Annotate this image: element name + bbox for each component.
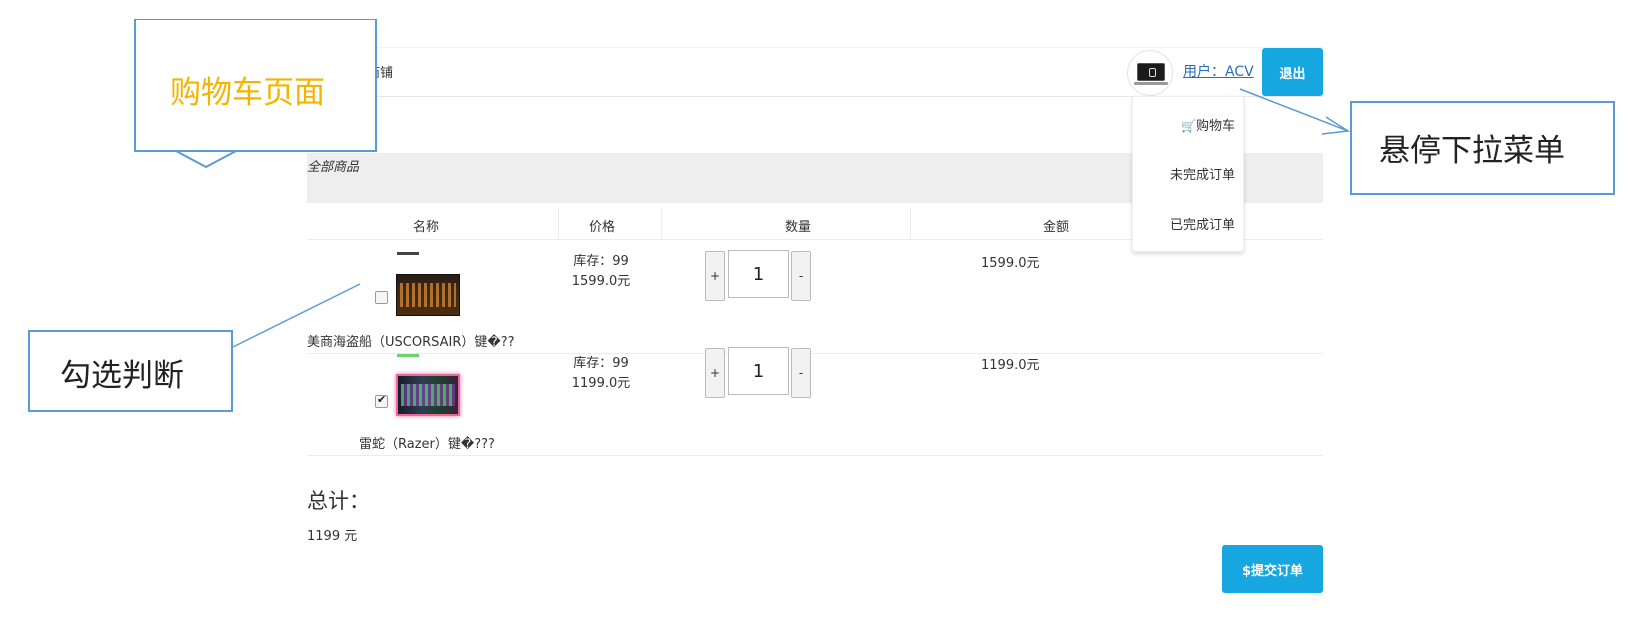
category-label[interactable]: 全部商品 (307, 156, 359, 175)
laptop-icon (1137, 63, 1165, 81)
callout-tail (175, 150, 237, 169)
stock-label: 库存：99 (573, 356, 629, 371)
total-label: 总计： (307, 489, 370, 513)
header-amount: 金额 (1043, 220, 1070, 235)
header-price: 价格 (589, 220, 616, 235)
header-quantity: 数量 (785, 220, 812, 235)
row-amount: 1599.0元 (981, 256, 1040, 271)
row-select-checkbox[interactable] (375, 393, 388, 408)
total-value: 1199 元 (307, 529, 358, 544)
quantity-increase-button[interactable]: + (705, 348, 725, 398)
quantity-input[interactable] (728, 250, 789, 298)
dropdown-item-pending-orders[interactable]: 未完成订单 (1170, 164, 1235, 183)
top-header: 商铺 用户：ACV 退出 (307, 47, 1323, 97)
dropdown-item-cart[interactable]: 🛒购物车 (1181, 115, 1235, 134)
brand-logo (397, 252, 419, 255)
callout-check-judge: 勾选判断 (28, 330, 233, 412)
row-amount: 1199.0元 (981, 358, 1040, 373)
table-row: 雷蛇（Razer）键�??? 库存：99 1199.0元 + - 1199.0元 (307, 347, 1323, 456)
callout-cart-page: 购物车页面 (134, 19, 377, 152)
quantity-input[interactable] (728, 347, 789, 395)
callout-cart-page-text: 购物车页面 (170, 75, 325, 111)
brand-logo (397, 354, 419, 357)
product-name[interactable]: 美商海盗船（USCORSAIR）键�?? (307, 331, 515, 350)
product-thumbnail[interactable] (396, 274, 460, 316)
dropdown-item-cart-label: 购物车 (1195, 119, 1235, 134)
callout-hover-dropdown-text: 悬停下拉菜单 (1379, 133, 1565, 169)
hover-arrow-head (1321, 116, 1351, 135)
product-name[interactable]: 雷蛇（Razer）键�??? (359, 433, 495, 452)
product-thumbnail[interactable] (396, 374, 460, 416)
header-name: 名称 (413, 220, 440, 235)
stock-label: 库存：99 (573, 254, 629, 269)
unit-price: 1199.0元 (571, 376, 631, 391)
quantity-decrease-button[interactable]: - (791, 348, 811, 398)
quantity-decrease-button[interactable]: - (791, 251, 811, 301)
price-cell: 库存：99 1199.0元 (559, 354, 643, 394)
submit-order-button[interactable]: $提交订单 (1222, 545, 1323, 593)
logout-button[interactable]: 退出 (1262, 48, 1323, 96)
user-avatar[interactable] (1127, 50, 1173, 96)
dropdown-item-completed-orders[interactable]: 已完成订单 (1170, 214, 1235, 233)
unit-price: 1599.0元 (571, 274, 631, 289)
price-cell: 库存：99 1599.0元 (559, 252, 643, 292)
quantity-increase-button[interactable]: + (705, 251, 725, 301)
user-menu-link[interactable]: 用户：ACV (1183, 61, 1254, 81)
callout-hover-dropdown: 悬停下拉菜单 (1350, 101, 1615, 195)
row-select-checkbox[interactable] (375, 291, 388, 304)
user-dropdown-menu: 🛒购物车 未完成订单 已完成订单 (1132, 96, 1244, 252)
table-row: 美商海盗船（USCORSAIR）键�?? 库存：99 1599.0元 + - 1… (307, 250, 1323, 353)
callout-check-judge-text: 勾选判断 (60, 358, 184, 394)
cart-icon: 🛒 (1181, 119, 1196, 133)
